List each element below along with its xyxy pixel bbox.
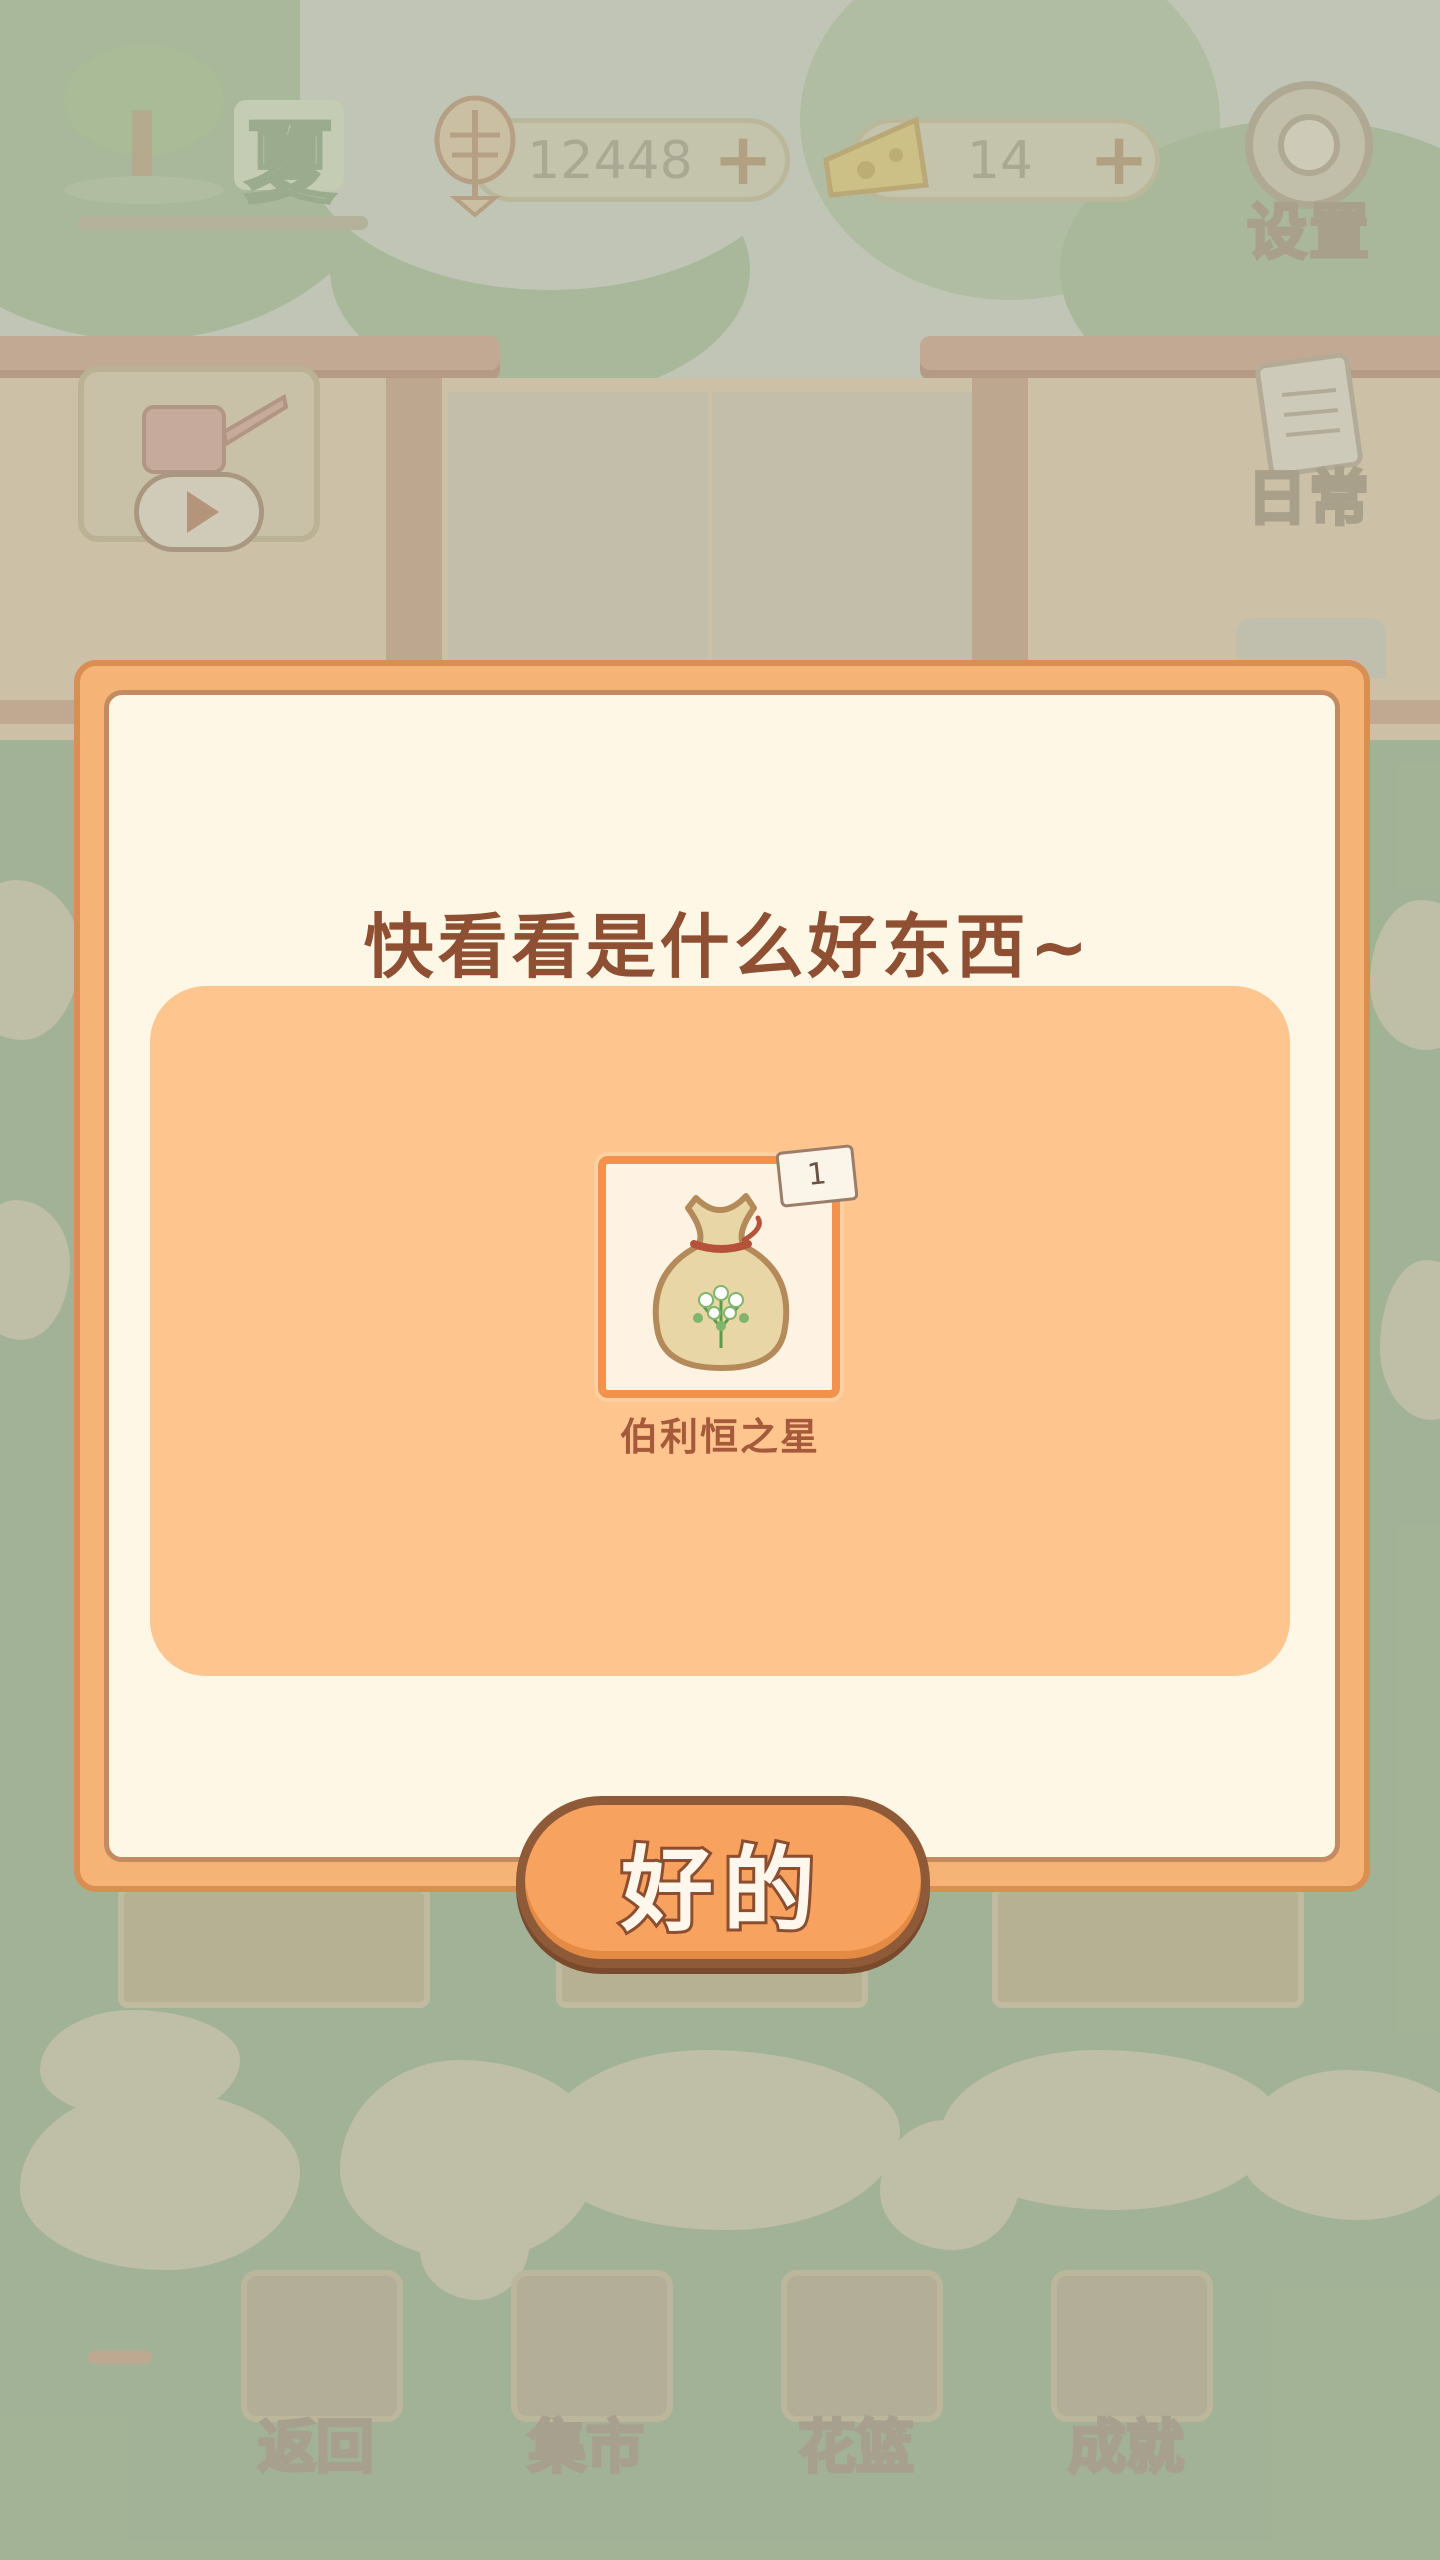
- reward-count-badge: 1: [775, 1144, 859, 1208]
- dialog-title: 快看看是什么好东西~: [363, 906, 1093, 988]
- confirm-button-label: 好的: [618, 1834, 825, 1947]
- confirm-button[interactable]: 好的: [516, 1796, 930, 1968]
- seed-bag-icon: [626, 1178, 816, 1378]
- reward-item-name: 伯利恒之星: [619, 1415, 820, 1459]
